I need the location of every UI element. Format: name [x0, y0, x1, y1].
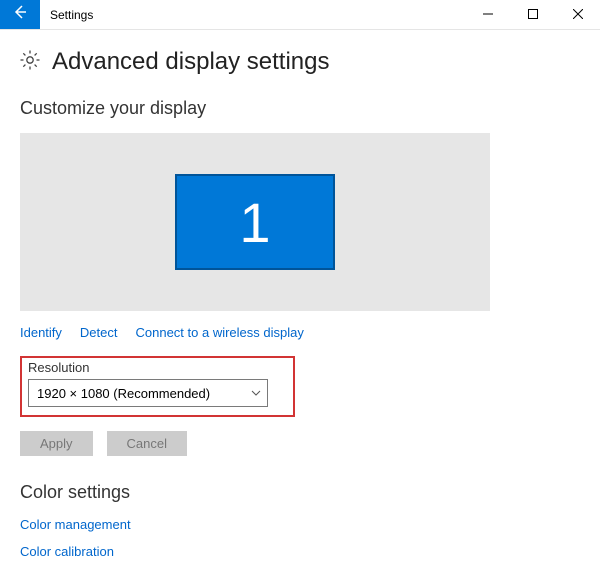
color-management-link[interactable]: Color management — [20, 517, 580, 532]
window-title: Settings — [40, 0, 93, 29]
maximize-button[interactable] — [510, 0, 555, 29]
chevron-down-icon — [251, 386, 261, 401]
identify-link[interactable]: Identify — [20, 325, 62, 340]
connect-wireless-link[interactable]: Connect to a wireless display — [136, 325, 304, 340]
customize-section-title: Customize your display — [20, 98, 580, 119]
color-section-title: Color settings — [20, 482, 580, 503]
back-arrow-icon — [12, 4, 28, 25]
action-buttons: Apply Cancel — [20, 431, 580, 456]
color-calibration-link[interactable]: Color calibration — [20, 544, 580, 559]
color-links: Color management Color calibration — [20, 517, 580, 559]
resolution-value: 1920 × 1080 (Recommended) — [37, 386, 210, 401]
close-icon — [573, 6, 583, 24]
maximize-icon — [528, 6, 538, 24]
cancel-button[interactable]: Cancel — [107, 431, 187, 456]
resolution-label: Resolution — [28, 360, 287, 375]
detect-link[interactable]: Detect — [80, 325, 118, 340]
monitor-number-label: 1 — [239, 190, 270, 255]
content-area: Advanced display settings Customize your… — [0, 30, 600, 559]
resolution-highlight-box: Resolution 1920 × 1080 (Recommended) — [20, 356, 295, 417]
resolution-dropdown[interactable]: 1920 × 1080 (Recommended) — [28, 379, 268, 407]
display-action-links: Identify Detect Connect to a wireless di… — [20, 325, 580, 340]
minimize-button[interactable] — [465, 0, 510, 29]
display-monitor-1[interactable]: 1 — [175, 174, 335, 270]
titlebar: Settings — [0, 0, 600, 30]
back-button[interactable] — [0, 0, 40, 29]
page-title: Advanced display settings — [52, 48, 330, 76]
gear-icon — [20, 50, 40, 75]
close-button[interactable] — [555, 0, 600, 29]
minimize-icon — [483, 6, 493, 24]
display-preview-area: 1 — [20, 133, 490, 311]
apply-button[interactable]: Apply — [20, 431, 93, 456]
page-header: Advanced display settings — [20, 48, 580, 76]
